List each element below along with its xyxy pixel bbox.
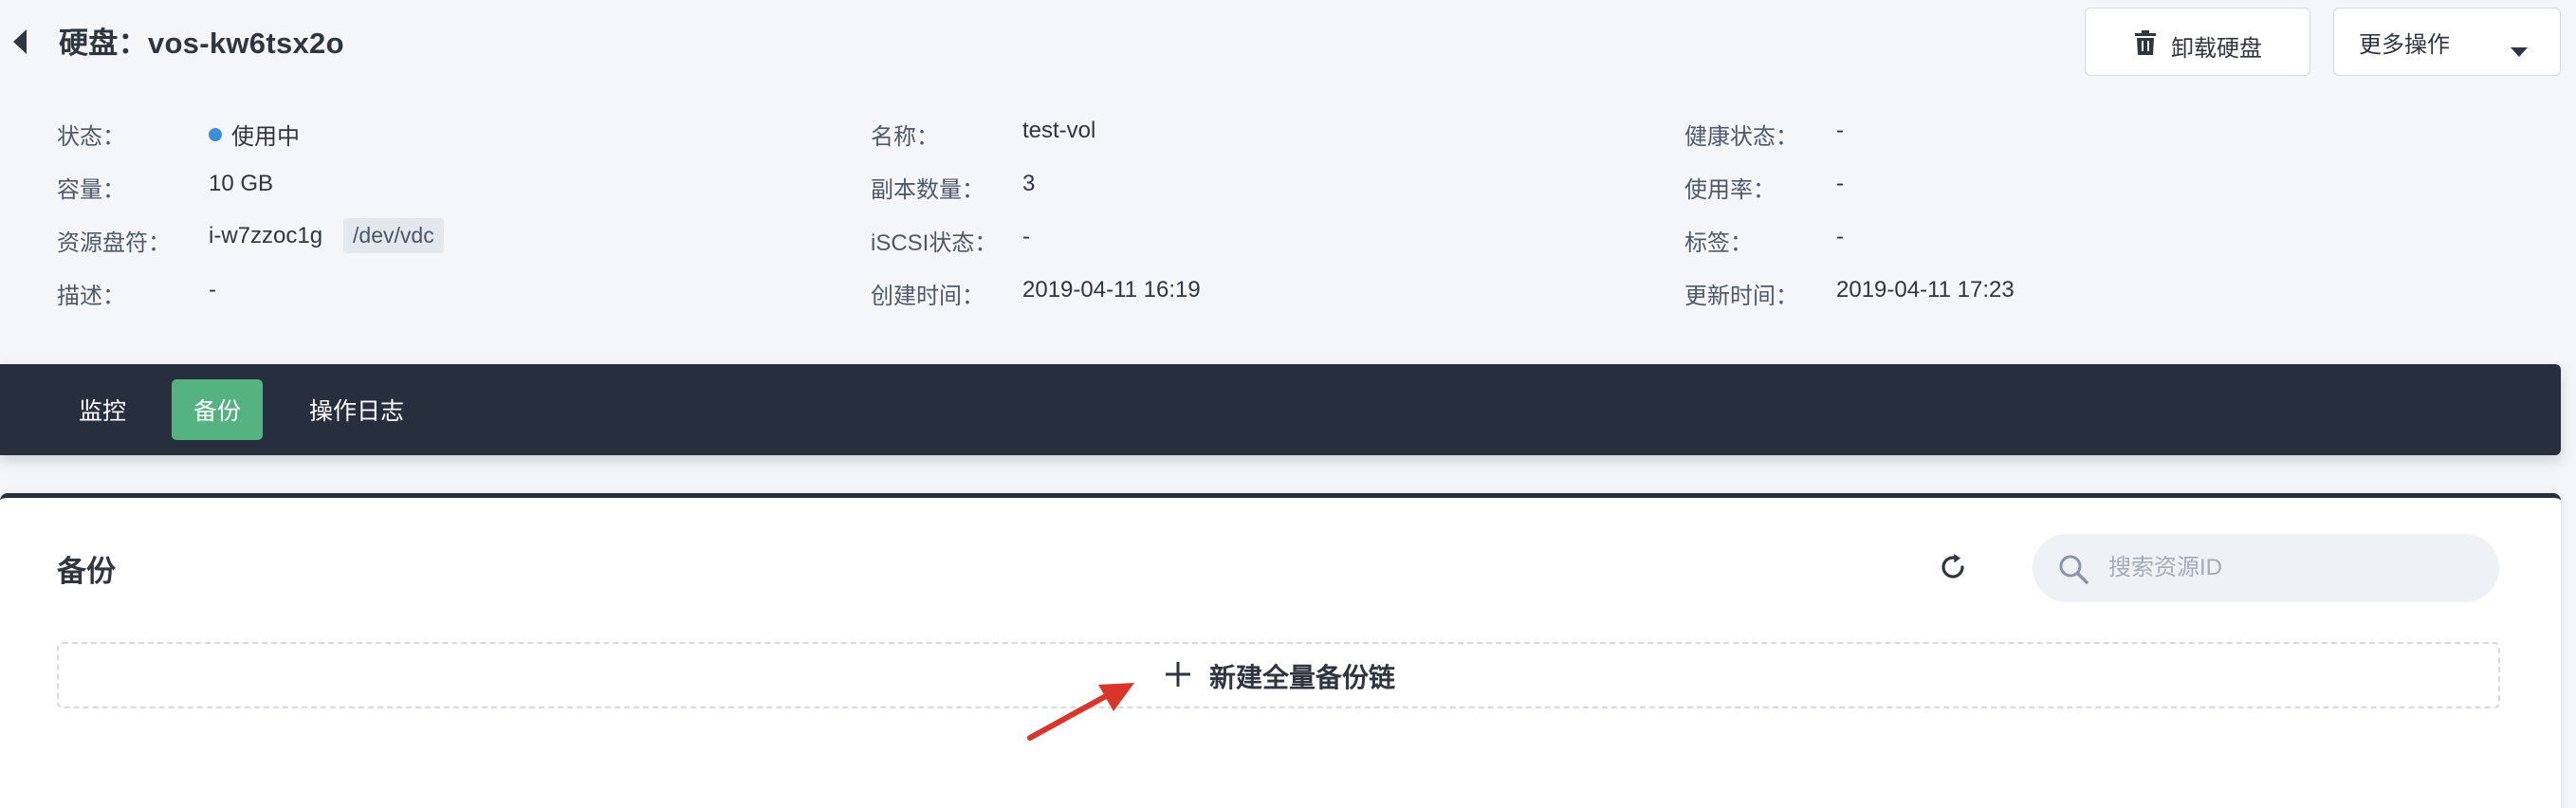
- iscsi-status-label: iSCSI状态：: [871, 230, 998, 256]
- name-value: test-vol: [1022, 118, 1096, 143]
- usage-rate-value: -: [1836, 171, 1844, 196]
- backup-panel: 备份 搜索资源ID 新建全量备份链: [0, 493, 2561, 808]
- page-title: 硬盘：vos-kw6tsx2o: [59, 27, 344, 60]
- more-actions-dropdown[interactable]: 更多操作: [2333, 8, 2561, 76]
- trash-icon: [2135, 30, 2156, 62]
- usage-rate-label: 使用率：: [1684, 177, 1776, 203]
- page-header: 硬盘：vos-kw6tsx2o 卸载硬盘 更多操作: [0, 0, 2576, 85]
- status-dot-icon: [209, 127, 222, 141]
- iscsi-status-value: -: [1022, 224, 1030, 249]
- description-value: -: [209, 277, 216, 303]
- replica-count-value: 3: [1022, 171, 1036, 196]
- capacity-value: 10 GB: [209, 171, 274, 196]
- refresh-icon[interactable]: [1937, 551, 1969, 583]
- search-box: [2033, 534, 2499, 602]
- created-time-label: 创建时间：: [871, 284, 984, 309]
- updated-time-label: 更新时间：: [1684, 284, 1798, 309]
- tags-label: 标签：: [1684, 230, 1753, 256]
- health-status-label: 健康状态：: [1684, 124, 1798, 150]
- tags-value: -: [1836, 224, 1844, 249]
- caret-down-icon: [2511, 37, 2528, 64]
- backup-panel-title: 备份: [57, 555, 116, 588]
- plus-icon: [1166, 661, 1190, 691]
- status-value: 使用中: [209, 118, 300, 151]
- resource-id-link[interactable]: i-w7zzoc1g: [209, 223, 322, 249]
- tab-monitor[interactable]: 监控: [57, 379, 148, 440]
- annotation-arrow-icon: [1024, 673, 1138, 754]
- search-icon: [2057, 553, 2089, 590]
- resource-drive-value: i-w7zzoc1g /dev/vdc: [209, 218, 444, 253]
- description-label: 描述：: [57, 284, 125, 309]
- health-status-value: -: [1836, 118, 1844, 143]
- resource-drive-label: 资源盘符：: [57, 230, 171, 256]
- updated-time-value: 2019-04-11 17:23: [1836, 277, 2015, 303]
- back-caret-icon[interactable]: [11, 28, 30, 56]
- more-actions-label: 更多操作: [2359, 31, 2450, 58]
- create-full-backup-chain-label: 新建全量备份链: [1209, 663, 1396, 692]
- replica-count-label: 副本数量：: [871, 177, 984, 203]
- capacity-label: 容量：: [57, 177, 125, 203]
- unmount-disk-button[interactable]: 卸载硬盘: [2085, 8, 2310, 76]
- detail-tabs-bar: 监控 备份 操作日志: [0, 364, 2561, 455]
- name-label: 名称：: [871, 124, 939, 150]
- volume-detail-page: 硬盘：vos-kw6tsx2o 卸载硬盘 更多操作 状态： 使用中 容量： 10…: [0, 0, 2576, 808]
- status-label: 状态：: [57, 124, 125, 150]
- create-button-content: 新建全量备份链: [1166, 657, 1395, 695]
- device-path-tag: /dev/vdc: [343, 218, 444, 253]
- search-input[interactable]: [2108, 549, 2469, 587]
- create-full-backup-chain-button[interactable]: 新建全量备份链: [57, 642, 2500, 708]
- volume-info-panel: 状态： 使用中 容量： 10 GB 资源盘符： i-w7zzoc1g /dev/…: [0, 104, 2576, 322]
- created-time-value: 2019-04-11 16:19: [1022, 277, 1201, 303]
- tab-backup[interactable]: 备份: [172, 379, 263, 440]
- tab-operation-log[interactable]: 操作日志: [290, 379, 423, 440]
- status-text: 使用中: [231, 124, 300, 150]
- unmount-disk-label: 卸载硬盘: [2171, 36, 2262, 62]
